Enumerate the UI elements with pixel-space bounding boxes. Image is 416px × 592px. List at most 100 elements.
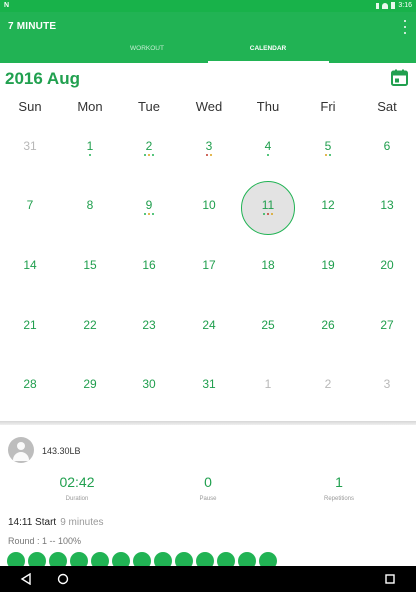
repetitions-label: Repetitions [323,496,355,502]
clock-text: 3:16 [398,2,412,9]
avatar[interactable] [8,437,34,463]
start-row: 14:11 Start 9 minutes [8,517,104,528]
calendar-day[interactable]: 15 [60,258,120,318]
month-title: 2016 Aug [5,69,80,88]
calendar-day[interactable]: 23 [119,318,179,378]
calendar-day[interactable]: 1 [60,139,120,199]
day-number: 11 [261,198,275,212]
repetitions-value: 1 [335,474,343,490]
overflow-menu-icon[interactable] [402,20,408,34]
tab-bar: WORKOUT CALENDAR [0,41,416,63]
day-number: 1 [264,377,272,391]
calendar-day[interactable]: 18 [238,258,298,318]
day-number: 16 [142,258,156,272]
calendar-day[interactable]: 26 [298,318,358,378]
calendar-day[interactable]: 3 [357,377,416,437]
day-number: 9 [145,198,153,212]
calendar-day[interactable]: 10 [179,198,239,258]
day-number: 22 [83,318,97,332]
calendar-day[interactable]: 14 [0,258,60,318]
calendar-day[interactable]: 27 [357,318,416,378]
calendar-day[interactable]: 1 [238,377,298,437]
calendar-day[interactable]: 19 [298,258,358,318]
pause-value: 0 [204,474,212,490]
duration-label: Duration [65,496,89,502]
navigation-bar [0,566,416,592]
calendar-icon[interactable] [391,69,408,86]
workout-length: 9 minutes [60,517,104,528]
day-number: 19 [321,258,335,272]
calendar-day[interactable]: 2 [298,377,358,437]
weekday-thu: Thu [256,99,280,114]
calendar-day[interactable]: 16 [119,258,179,318]
activity-dots [179,154,239,156]
tab-calendar[interactable]: CALENDAR [208,45,328,52]
duration-value: 02:42 [59,474,95,490]
battery-icon [391,2,396,9]
weekday-mon: Mon [77,99,103,114]
weekday-wed: Wed [195,99,223,114]
calendar-day[interactable]: 2 [119,139,179,199]
calendar-day[interactable]: 31 [0,139,60,199]
tab-workout[interactable]: WORKOUT [87,45,207,52]
day-number: 2 [324,377,332,391]
calendar-day[interactable]: 6 [357,139,416,199]
day-number: 30 [142,377,156,391]
day-number: 31 [23,139,37,153]
recent-apps-icon[interactable] [384,573,396,585]
calendar-day[interactable]: 22 [60,318,120,378]
app-title: 7 MINUTE [8,21,57,32]
weekday-sun: Sun [18,99,42,114]
day-number: 2 [145,139,153,153]
day-number: 27 [380,318,394,332]
calendar-day[interactable]: 28 [0,377,60,437]
day-number: 24 [202,318,216,332]
day-number: 21 [23,318,37,332]
day-number: 7 [26,198,34,212]
day-number: 23 [142,318,156,332]
day-number: 1 [86,139,94,153]
pause-label: Pause [199,496,217,502]
tab-indicator [208,61,329,63]
calendar-day[interactable]: 12 [298,198,358,258]
calendar-day[interactable]: 30 [119,377,179,437]
calendar-day[interactable]: 9 [119,198,179,258]
calendar-day[interactable]: 8 [60,198,120,258]
day-number: 10 [202,198,216,212]
weekday-fri: Fri [320,99,336,114]
round-info: Round : 1 -- 100% [8,536,82,546]
wifi-icon [382,2,389,9]
calendar-day[interactable]: 25 [238,318,298,378]
calendar-day[interactable]: 24 [179,318,239,378]
day-number: 31 [202,377,216,391]
day-number: 13 [380,198,394,212]
calendar-day[interactable]: 11 [238,198,298,258]
day-number: 8 [86,198,94,212]
day-number: 14 [23,258,37,272]
calendar-day[interactable]: 17 [179,258,239,318]
calendar-day[interactable]: 20 [357,258,416,318]
weekday-tue: Tue [138,99,160,114]
day-number: 15 [83,258,97,272]
calendar-day[interactable]: 31 [179,377,239,437]
activity-dots [298,154,358,156]
calendar-day[interactable]: 7 [0,198,60,258]
calendar-day[interactable]: 3 [179,139,239,199]
weight-value: 143.30LB [42,446,81,456]
day-number: 20 [380,258,394,272]
divider [0,421,416,425]
calendar-day[interactable]: 21 [0,318,60,378]
calendar-day[interactable]: 13 [357,198,416,258]
home-icon[interactable] [57,573,69,585]
day-number: 25 [261,318,275,332]
day-number: 29 [83,377,97,391]
back-icon[interactable] [20,573,32,585]
calendar-day[interactable]: 5 [298,139,358,199]
calendar-day[interactable]: 29 [60,377,120,437]
activity-dots [119,213,179,215]
day-number: 28 [23,377,37,391]
day-number: 4 [264,139,272,153]
calendar-day[interactable]: 4 [238,139,298,199]
activity-dots [60,154,120,156]
weekday-sat: Sat [377,99,397,114]
